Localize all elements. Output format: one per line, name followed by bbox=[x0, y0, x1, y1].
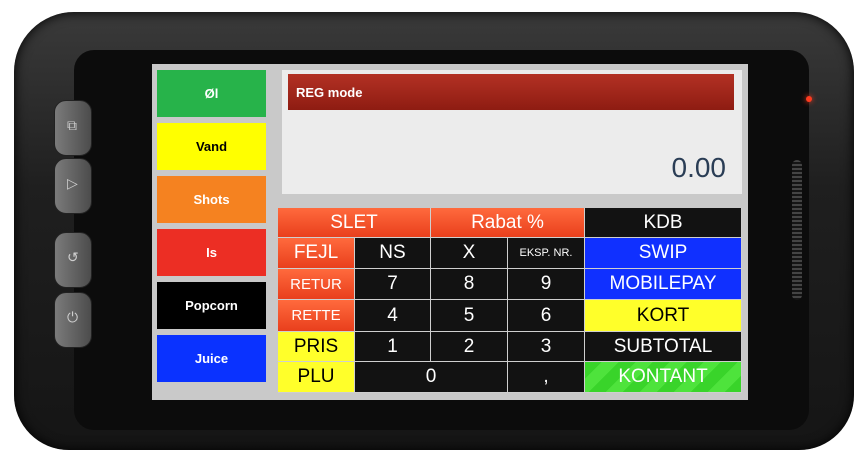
speaker-grille bbox=[792, 160, 802, 300]
register-display: REG mode 0.00 bbox=[282, 70, 742, 194]
key-4[interactable]: 4 bbox=[355, 300, 431, 332]
copy-icon: ⧉ bbox=[67, 117, 77, 133]
eksp-nr-button[interactable]: EKSP. NR. bbox=[508, 238, 585, 269]
amount-display: 0.00 bbox=[671, 152, 727, 183]
multiply-button[interactable]: X bbox=[431, 238, 508, 269]
side-power-button[interactable]: ⏻ bbox=[54, 292, 92, 348]
category-button-popcorn[interactable]: Popcorn bbox=[157, 282, 266, 329]
category-button-is[interactable]: Is bbox=[157, 229, 266, 276]
plu-button[interactable]: PLU bbox=[278, 362, 355, 393]
category-button-juice[interactable]: Juice bbox=[157, 335, 266, 382]
side-tag-button[interactable]: ▷ bbox=[54, 158, 92, 214]
pris-button[interactable]: PRIS bbox=[278, 332, 355, 362]
key-9[interactable]: 9 bbox=[508, 269, 585, 300]
key-6[interactable]: 6 bbox=[508, 300, 585, 332]
key-0[interactable]: 0 bbox=[355, 362, 508, 393]
side-copy-button[interactable]: ⧉ bbox=[54, 100, 92, 156]
rabat-button[interactable]: Rabat % bbox=[431, 208, 585, 238]
key-1[interactable]: 1 bbox=[355, 332, 431, 362]
kontant-button[interactable]: KONTANT bbox=[585, 362, 742, 393]
comma-button[interactable]: , bbox=[508, 362, 585, 393]
refresh-icon: ↺ bbox=[67, 249, 79, 265]
key-5[interactable]: 5 bbox=[431, 300, 508, 332]
key-8[interactable]: 8 bbox=[431, 269, 508, 300]
status-led bbox=[806, 96, 812, 102]
mode-label: REG mode bbox=[288, 74, 734, 110]
kdb-button[interactable]: KDB bbox=[585, 208, 742, 238]
keypad: SLET Rabat % KDB FEJL NS X EKSP. NR. SWI… bbox=[278, 208, 742, 398]
tag-icon: ▷ bbox=[67, 175, 78, 191]
fejl-button[interactable]: FEJL bbox=[278, 238, 355, 269]
slet-button[interactable]: SLET bbox=[278, 208, 431, 238]
key-3[interactable]: 3 bbox=[508, 332, 585, 362]
category-button-shots[interactable]: Shots bbox=[157, 176, 266, 223]
ns-button[interactable]: NS bbox=[355, 238, 431, 269]
side-refresh-button[interactable]: ↺ bbox=[54, 232, 92, 288]
key-2[interactable]: 2 bbox=[431, 332, 508, 362]
power-icon: ⏻ bbox=[67, 309, 79, 325]
pos-screen: Øl Vand Shots Is Popcorn Juice REG mode … bbox=[152, 64, 748, 400]
swip-button[interactable]: SWIP bbox=[585, 238, 742, 269]
kort-button[interactable]: KORT bbox=[585, 300, 742, 332]
key-7[interactable]: 7 bbox=[355, 269, 431, 300]
rette-button[interactable]: RETTE bbox=[278, 300, 355, 332]
subtotal-button[interactable]: SUBTOTAL bbox=[585, 332, 742, 362]
category-button-ol[interactable]: Øl bbox=[157, 70, 266, 117]
category-button-vand[interactable]: Vand bbox=[157, 123, 266, 170]
mobilepay-button[interactable]: MOBILEPAY bbox=[585, 269, 742, 300]
retur-button[interactable]: RETUR bbox=[278, 269, 355, 300]
